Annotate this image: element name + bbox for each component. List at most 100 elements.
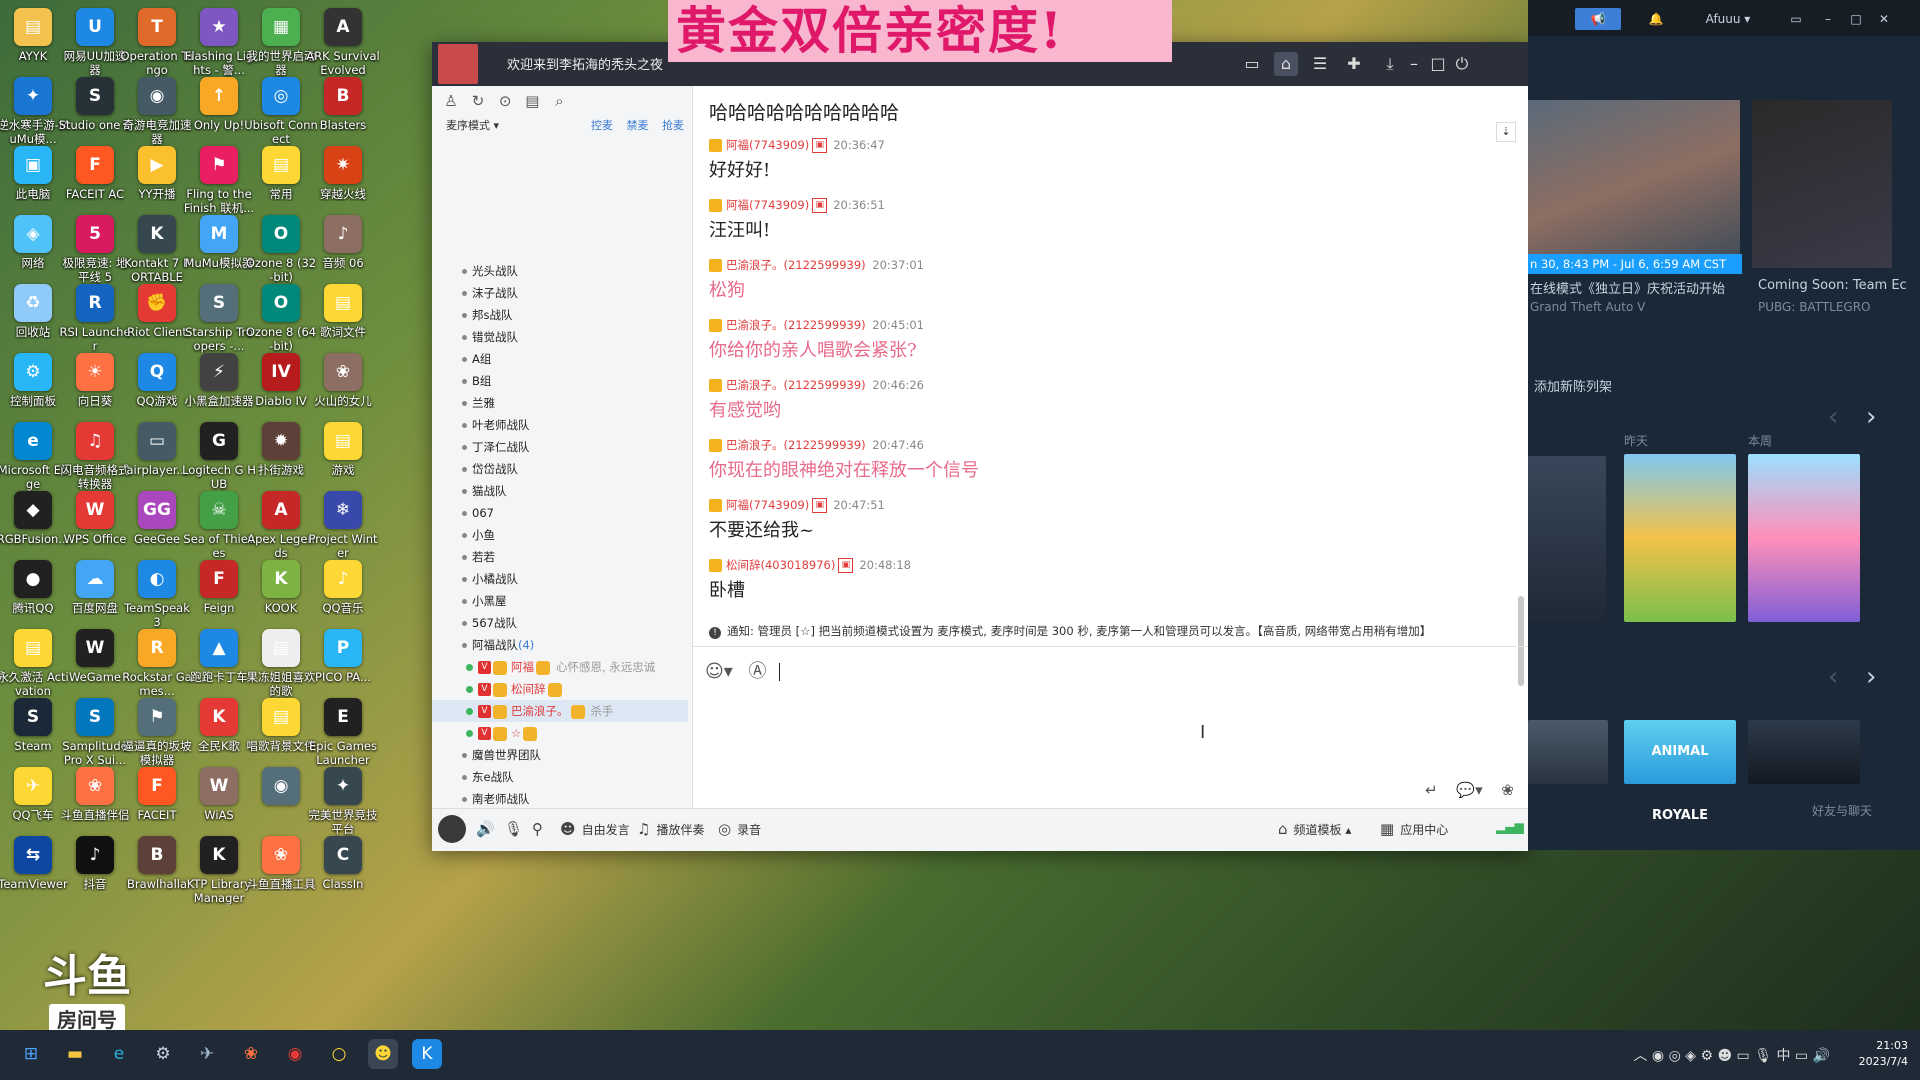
sender-nick[interactable]: 巴渝浪子。(2122599939): [726, 318, 866, 332]
power-button[interactable]: ⏻: [1450, 52, 1474, 76]
speaker-icon[interactable]: 🔊: [476, 820, 501, 838]
font-icon[interactable]: Ⓐ: [749, 661, 767, 682]
member-row[interactable]: V 巴渝浪子。 杀手: [432, 700, 688, 722]
game-tile-animal-royale[interactable]: ANIMAL ROYALE: [1624, 720, 1736, 823]
channel-item[interactable]: 小橘战队: [432, 568, 688, 590]
channel-item[interactable]: 叶老师战队: [432, 414, 688, 436]
app-center-button[interactable]: ▦ 应用中心: [1380, 820, 1448, 838]
announce-icon[interactable]: 📢: [1575, 8, 1621, 30]
channel-item[interactable]: 567战队: [432, 612, 688, 634]
yy-game-icon[interactable]: ☻: [368, 1039, 398, 1069]
ime-indicator[interactable]: 中: [1776, 1048, 1790, 1064]
game-tile-rento[interactable]: [1624, 454, 1736, 622]
game-tile-4[interactable]: [1528, 720, 1608, 784]
mixer-icon[interactable]: ⚲: [532, 820, 549, 838]
event-caption[interactable]: 在线模式《独立日》庆祝活动开始: [1530, 278, 1725, 297]
channel-item[interactable]: 小鱼: [432, 524, 688, 546]
channel-item[interactable]: 067: [432, 502, 688, 524]
sender-nick[interactable]: 松间辞(403018976): [726, 558, 835, 572]
enter-icon[interactable]: ↵: [1425, 781, 1438, 799]
shelf-next-arrow[interactable]: ›: [1866, 402, 1876, 432]
coming-soon-image[interactable]: [1752, 100, 1892, 268]
channel-item[interactable]: 南老师战队: [432, 788, 688, 810]
row2-next-arrow[interactable]: ›: [1866, 662, 1876, 692]
flower-icon[interactable]: ❀: [1501, 781, 1514, 799]
channel-template-button[interactable]: ⌂ 频道模板 ▴: [1278, 820, 1351, 838]
explorer-icon[interactable]: ▬: [60, 1039, 90, 1069]
sender-nick[interactable]: 巴渝浪子。(2122599939): [726, 378, 866, 392]
douyu-icon[interactable]: ❀: [236, 1039, 266, 1069]
channel-item[interactable]: 沫子战队: [432, 282, 688, 304]
video-icon[interactable]: ▭: [1240, 52, 1264, 76]
user-icon[interactable]: ♙: [440, 92, 462, 112]
chat-bubble-icon[interactable]: 💬▾: [1456, 781, 1482, 799]
ban-mic-link[interactable]: 禁麦: [627, 119, 649, 132]
steam-minimize-button[interactable]: –: [1818, 8, 1838, 30]
steam-maximize-button[interactable]: □: [1846, 8, 1866, 30]
refresh-icon[interactable]: ↻: [467, 92, 489, 112]
message-input-area[interactable]: ☺▾ Ⓐ ↵ 💬▾ ❀: [693, 646, 1528, 809]
friends-chat-button[interactable]: 好友与聊天: [1812, 802, 1872, 819]
gamepad-icon[interactable]: ✚: [1342, 52, 1366, 76]
control-mic-link[interactable]: 控麦: [591, 119, 613, 132]
monitor-icon[interactable]: ▭: [1786, 8, 1806, 30]
sender-nick[interactable]: 阿福(7743909): [726, 198, 809, 212]
netease-music-icon[interactable]: ◉: [280, 1039, 310, 1069]
home-icon[interactable]: ⌂: [1274, 52, 1298, 76]
channel-item[interactable]: 若若: [432, 546, 688, 568]
channel-item[interactable]: 魔兽世界团队: [432, 744, 688, 766]
edge-icon[interactable]: e: [104, 1039, 134, 1069]
minimize-button[interactable]: –: [1402, 52, 1426, 76]
play-accompaniment-button[interactable]: ♫ 播放伴奏: [637, 820, 704, 838]
shelf-prev-arrow[interactable]: ‹: [1828, 402, 1838, 432]
clock[interactable]: 21:03 2023/7/4: [1859, 1038, 1908, 1072]
channel-item[interactable]: 猫战队: [432, 480, 688, 502]
steam-user-menu[interactable]: Afuuu ▾: [1690, 8, 1766, 30]
member-row[interactable]: V 松间辞: [432, 678, 688, 700]
app-icon-1[interactable]: ✈: [192, 1039, 222, 1069]
channel-item[interactable]: 丁泽仁战队: [432, 436, 688, 458]
channel-item[interactable]: 邦s战队: [432, 304, 688, 326]
notes-icon[interactable]: ▤: [521, 92, 543, 112]
my-avatar[interactable]: [438, 815, 466, 843]
sender-nick[interactable]: 阿福(7743909): [726, 498, 809, 512]
channel-item[interactable]: 兰雅: [432, 392, 688, 414]
member-row[interactable]: V ☆: [432, 722, 688, 744]
channel-item[interactable]: 错觉战队: [432, 326, 688, 348]
channel-item[interactable]: 岱岱战队: [432, 458, 688, 480]
channel-item[interactable]: 东e战队: [432, 766, 688, 788]
location-icon[interactable]: ⊙: [494, 92, 516, 112]
list-icon[interactable]: ☰: [1308, 52, 1332, 76]
record-button[interactable]: ◎ 录音: [718, 820, 761, 838]
game-tile-cs[interactable]: [1528, 456, 1606, 622]
channel-item[interactable]: A组: [432, 348, 688, 370]
game-tile-party[interactable]: [1748, 454, 1860, 622]
system-tray[interactable]: ︿ ◉ ◎ ◈ ⚙ ☻ ▭ 🎙 中 ▭ 🔊: [1633, 1045, 1830, 1065]
steam-close-button[interactable]: ✕: [1874, 8, 1894, 30]
search-icon[interactable]: ⌕: [548, 92, 570, 112]
sender-nick[interactable]: 巴渝浪子。(2122599939): [726, 438, 866, 452]
free-speak-button[interactable]: ☻ 自由发言: [560, 820, 630, 838]
yy-icon[interactable]: ○: [324, 1039, 354, 1069]
add-shelf-link[interactable]: 添加新陈列架: [1534, 376, 1612, 395]
coming-soon-caption[interactable]: Coming Soon: Team Ec: [1758, 278, 1907, 293]
member-row[interactable]: V 阿福 心怀感恩, 永远忠诚: [432, 656, 688, 678]
maximize-button[interactable]: □: [1426, 52, 1450, 76]
game-tile-6[interactable]: [1748, 720, 1860, 784]
channel-item[interactable]: 光头战队: [432, 260, 688, 282]
download-icon[interactable]: ⤓: [1378, 52, 1402, 76]
kook-icon[interactable]: K: [412, 1039, 442, 1069]
steam-icon[interactable]: ⚙: [148, 1039, 178, 1069]
grab-mic-link[interactable]: 抢麦: [662, 119, 684, 132]
emoji-icon[interactable]: ☺▾: [705, 661, 733, 682]
channel-item[interactable]: 小黑屋: [432, 590, 688, 612]
start-icon[interactable]: ⊞: [16, 1039, 46, 1069]
featured-event-image[interactable]: [1528, 100, 1740, 268]
row2-prev-arrow[interactable]: ‹: [1828, 662, 1838, 692]
sender-nick[interactable]: 巴渝浪子。(2122599939): [726, 258, 866, 272]
bell-icon[interactable]: 🔔: [1646, 8, 1666, 30]
channel-item[interactable]: B组: [432, 370, 688, 392]
mic-icon[interactable]: 🎙: [504, 820, 529, 838]
channel-item-expanded[interactable]: 阿福战队(4): [432, 634, 688, 656]
channel-avatar[interactable]: [438, 44, 478, 84]
